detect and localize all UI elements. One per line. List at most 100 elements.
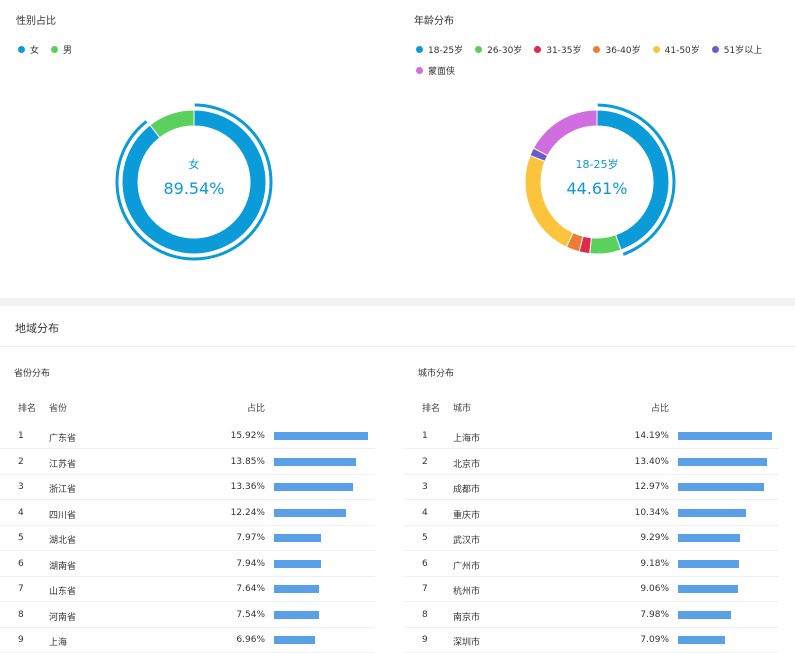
pct-cell: 7.64% <box>236 584 265 594</box>
table-row[interactable]: 3 成都市 12.97% <box>404 474 779 500</box>
city-title: 城市分布 <box>418 369 455 379</box>
rank-cell: 8 <box>18 609 24 620</box>
age-slice[interactable] <box>524 154 574 248</box>
share-bar <box>274 508 346 517</box>
rank-cell: 5 <box>422 533 428 543</box>
table-row[interactable]: 5 武汉市 9.29% <box>404 525 779 551</box>
share-bar <box>678 559 739 568</box>
table-row[interactable]: 7 山东省 7.64% <box>0 576 375 602</box>
pct-cell: 7.94% <box>236 558 265 569</box>
share-bar <box>274 483 353 491</box>
pct-cell: 9.06% <box>640 584 669 594</box>
gender-panel: 性别占比 女男 女 89.54% <box>0 0 398 298</box>
table-row[interactable]: 5 湖北省 7.97% <box>0 525 375 551</box>
pct-cell: 9.29% <box>640 533 669 543</box>
region-title: 地域分布 <box>15 322 59 335</box>
city-table-header: 排名 城市 占比 <box>404 401 779 419</box>
rank-cell: 5 <box>18 533 24 543</box>
table-row[interactable]: 9 上海 6.96% <box>0 627 375 653</box>
pct-cell: 7.98% <box>640 609 669 620</box>
pct-cell: 7.54% <box>236 609 265 620</box>
name-cell: 湖北省 <box>49 536 77 546</box>
pct-cell: 10.34% <box>634 507 669 518</box>
table-row[interactable]: 2 北京市 13.40% <box>404 449 779 475</box>
share-bar <box>678 534 740 542</box>
share-bar <box>274 559 321 568</box>
rank-cell: 4 <box>18 507 24 518</box>
name-cell: 江苏省 <box>49 459 77 470</box>
age-center-label: 18-25岁 <box>576 157 619 171</box>
table-row[interactable]: 8 南京市 7.98% <box>404 602 779 628</box>
rank-cell: 8 <box>422 609 428 620</box>
name-cell: 上海市 <box>453 434 481 444</box>
share-bar <box>678 610 731 619</box>
table-row[interactable]: 3 浙江省 13.36% <box>0 474 375 500</box>
pct-cell: 7.09% <box>640 635 669 645</box>
pct-cell: 15.92% <box>230 431 265 441</box>
table-row[interactable]: 7 杭州市 9.06% <box>404 576 779 602</box>
table-row[interactable]: 1 广东省 15.92% <box>0 423 375 449</box>
table-row[interactable]: 8 河南省 7.54% <box>0 602 375 628</box>
share-bar <box>274 585 319 593</box>
share-bar <box>678 432 772 440</box>
rank-cell: 7 <box>422 584 428 594</box>
pct-cell: 12.97% <box>634 482 669 492</box>
name-cell: 杭州市 <box>453 587 481 597</box>
gender-center-label: 女 <box>189 157 200 171</box>
share-bar <box>678 508 746 517</box>
name-cell: 四川省 <box>49 510 77 521</box>
region-title-underline <box>0 346 795 347</box>
table-row[interactable]: 1 上海市 14.19% <box>404 423 779 449</box>
name-cell: 北京市 <box>453 459 481 470</box>
share-bar <box>678 457 767 466</box>
gender-center-value: 89.54% <box>163 179 224 198</box>
header-rank: 排名 <box>422 404 441 414</box>
name-cell: 成都市 <box>453 485 481 495</box>
share-bar <box>678 585 738 593</box>
table-row[interactable]: 2 江苏省 13.85% <box>0 449 375 475</box>
pct-cell: 6.96% <box>236 635 265 645</box>
rank-cell: 2 <box>422 456 428 467</box>
share-bar <box>274 457 356 466</box>
pct-cell: 13.40% <box>634 456 669 467</box>
pct-cell: 13.85% <box>230 456 265 467</box>
region-section: 地域分布 省份分布 排名 省份 占比 1 广东省 15.92% 2 江苏省 13.85% 3… <box>0 306 795 653</box>
name-cell: 广东省 <box>49 434 77 444</box>
gender-slice[interactable] <box>149 109 195 139</box>
header-city: 城市 <box>453 404 472 414</box>
pct-cell: 14.19% <box>634 431 669 441</box>
table-row[interactable]: 6 湖南省 7.94% <box>0 551 375 577</box>
header-pct: 占比 <box>246 404 265 414</box>
rank-cell: 6 <box>18 558 24 569</box>
rank-cell: 9 <box>18 635 24 645</box>
name-cell: 河南省 <box>49 612 77 623</box>
rank-cell: 1 <box>422 431 428 441</box>
header-rank: 排名 <box>18 404 37 414</box>
share-bar <box>274 636 315 644</box>
rank-cell: 7 <box>18 584 24 594</box>
rank-cell: 4 <box>422 507 428 518</box>
rank-cell: 9 <box>422 635 428 645</box>
name-cell: 湖南省 <box>49 561 77 572</box>
age-slice[interactable] <box>589 234 622 255</box>
table-row[interactable]: 4 四川省 12.24% <box>0 500 375 526</box>
pct-cell: 13.36% <box>230 482 265 492</box>
table-row[interactable]: 6 广州市 9.18% <box>404 551 779 577</box>
name-cell: 南京市 <box>453 612 481 623</box>
table-row[interactable]: 4 重庆市 10.34% <box>404 500 779 526</box>
share-bar <box>274 432 368 440</box>
age-panel: 年龄分布 18-25岁 26-30岁 31-35岁 36-40岁 41-50岁 51岁以上… <box>398 0 795 298</box>
age-donut-chart: 18-25岁 44.61% <box>524 103 676 256</box>
share-bar <box>678 483 764 491</box>
rank-cell: 3 <box>422 482 428 492</box>
rank-cell: 3 <box>18 482 24 492</box>
share-bar <box>274 534 321 542</box>
name-cell: 广州市 <box>453 561 481 572</box>
pct-cell: 7.97% <box>236 533 265 543</box>
share-bar <box>274 610 319 619</box>
age-slice[interactable] <box>532 109 598 157</box>
header-province: 省份 <box>49 404 68 414</box>
province-title: 省份分布 <box>14 369 51 379</box>
table-row[interactable]: 9 深圳市 7.09% <box>404 627 779 653</box>
section-divider <box>0 298 795 306</box>
